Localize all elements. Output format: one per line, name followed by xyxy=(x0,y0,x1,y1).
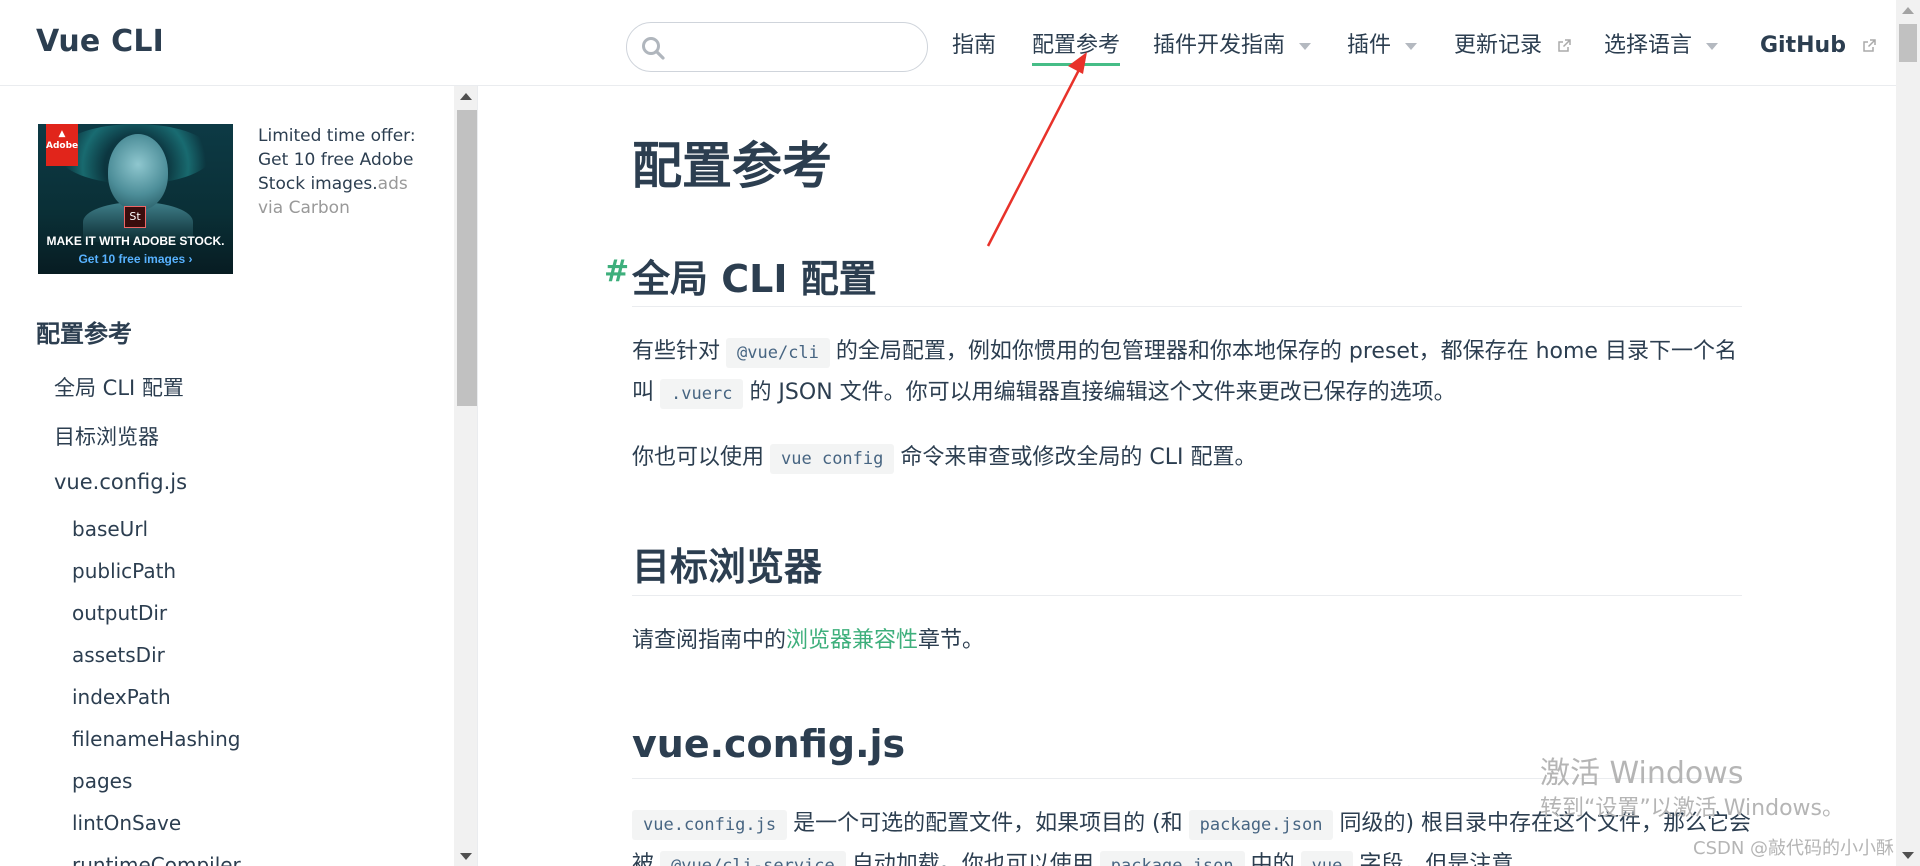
inline-code: vue xyxy=(1300,851,1354,866)
sidebar-scrollbar-thumb[interactable] xyxy=(457,110,477,406)
sidebar-item-vue-config[interactable]: vue.config.js xyxy=(54,470,187,494)
nav-item-plugins[interactable]: 插件 xyxy=(1347,29,1418,63)
paragraph-browsers: 请查阅指南中的浏览器兼容性章节。 xyxy=(632,628,985,653)
inline-code: vue.config.js xyxy=(632,810,788,840)
ad-text[interactable]: Limited time offer: Get 10 free Adobe St… xyxy=(258,124,418,220)
nav-item-language[interactable]: 选择语言 xyxy=(1604,29,1719,63)
sidebar: ▲ Adobe St MAKE IT WITH ADOBE STOCK. Get … xyxy=(0,86,478,866)
navbar: Vue CLI 指南 配置参考 插件开发指南 插件 更新记录 选择语言 GitH… xyxy=(0,0,1896,86)
adobe-logo-icon: ▲ Adobe xyxy=(46,124,78,166)
search-box[interactable] xyxy=(626,22,928,72)
sidebar-item-indexpath[interactable]: indexPath xyxy=(72,685,171,709)
ad-label[interactable]: ads xyxy=(378,174,408,194)
scroll-up-icon[interactable] xyxy=(1902,7,1914,14)
sidebar-item-runtimecompiler[interactable]: runtimeCompiler xyxy=(72,853,241,866)
nav-item-plugin-dev[interactable]: 插件开发指南 xyxy=(1153,29,1312,63)
paragraph-vue-config-command: 你也可以使用 vue config 命令来审查或修改全局的 CLI 配置。 xyxy=(632,438,1752,479)
windows-activation-hint: 转到“设置”以激活 Windows。 xyxy=(1540,796,1844,821)
external-link-icon xyxy=(1558,39,1571,52)
sidebar-scrollbar[interactable] xyxy=(454,86,477,866)
sidebar-item-outputdir[interactable]: outputDir xyxy=(72,601,167,625)
chevron-down-icon xyxy=(1706,42,1719,50)
sidebar-heading[interactable]: 配置参考 xyxy=(36,314,132,349)
search-input[interactable] xyxy=(677,31,919,65)
inline-code: .vuerc xyxy=(660,379,744,409)
browser-compat-link[interactable]: 浏览器兼容性 xyxy=(786,628,918,653)
heading-divider xyxy=(632,306,1742,307)
external-link-icon xyxy=(1862,39,1876,52)
ad-image[interactable]: ▲ Adobe St MAKE IT WITH ADOBE STOCK. Get … xyxy=(38,124,233,274)
sidebar-item-assetsdir[interactable]: assetsDir xyxy=(72,643,165,667)
nav-item-config[interactable]: 配置参考 xyxy=(1032,29,1121,66)
section-heading-vue-config: vue.config.js xyxy=(632,722,906,766)
site-name[interactable]: Vue CLI xyxy=(36,24,164,59)
nav-item-label: 插件开发指南 xyxy=(1153,33,1286,58)
nav-item-guide[interactable]: 指南 xyxy=(952,29,996,63)
scroll-down-icon[interactable] xyxy=(460,853,472,860)
nav-item-changelog[interactable]: 更新记录 xyxy=(1454,29,1571,63)
inline-code: @vue/cli xyxy=(726,338,830,368)
sidebar-item-browsers[interactable]: 目标浏览器 xyxy=(54,421,159,451)
adobe-stock-icon: St xyxy=(124,206,146,228)
section-heading-browsers: 目标浏览器 xyxy=(632,545,823,589)
nav-item-label: GitHub xyxy=(1760,33,1846,58)
ad-text-line: Limited time offer: xyxy=(258,126,416,146)
sidebar-item-pages[interactable]: pages xyxy=(72,769,132,793)
nav-item-label: 选择语言 xyxy=(1604,33,1693,58)
ad-via-carbon[interactable]: via Carbon xyxy=(258,196,418,220)
heading-divider xyxy=(632,595,1742,596)
ad-image-cta: Get 10 free images › xyxy=(78,252,193,266)
paragraph-global-config: 有些针对 @vue/cli 的全局配置，例如你惯用的包管理器和你本地保存的 pres… xyxy=(632,332,1752,414)
search-icon xyxy=(642,37,665,60)
sidebar-item-filenamehashing[interactable]: filenameHashing xyxy=(72,727,241,751)
chevron-down-icon xyxy=(1299,42,1312,50)
section-heading-global-cli: 全局 CLI 配置 xyxy=(632,257,877,301)
sidebar-item-global-cli[interactable]: 全局 CLI 配置 xyxy=(54,372,184,402)
nav-item-label: 配置参考 xyxy=(1032,33,1121,58)
nav-item-label: 插件 xyxy=(1347,33,1392,58)
inline-code: package.json xyxy=(1188,810,1334,840)
header-anchor-link[interactable]: # xyxy=(604,254,629,289)
nav-item-label: 指南 xyxy=(952,33,997,58)
ad-image-tagline: MAKE IT WITH ADOBE STOCK. xyxy=(46,234,225,248)
ad-text-line: Get 10 free Adobe xyxy=(258,150,414,170)
sidebar-item-publicpath[interactable]: publicPath xyxy=(72,559,176,583)
scroll-down-icon[interactable] xyxy=(1902,852,1914,859)
ad-figure-face xyxy=(108,134,168,210)
page-title: 配置参考 xyxy=(632,137,832,195)
nav-item-label: 更新记录 xyxy=(1454,33,1543,58)
inline-code: package.json xyxy=(1099,851,1245,866)
page-scrollbar-thumb[interactable] xyxy=(1899,24,1917,62)
csdn-credit: CSDN @敲代码的小小酥 xyxy=(1693,838,1895,859)
sidebar-item-baseurl[interactable]: baseUrl xyxy=(72,517,148,541)
windows-activation-title: 激活 Windows xyxy=(1540,756,1744,791)
chevron-down-icon xyxy=(1405,42,1418,50)
sidebar-item-lintonsave[interactable]: lintOnSave xyxy=(72,811,181,835)
nav-item-github[interactable]: GitHub xyxy=(1760,29,1876,63)
inline-code: vue config xyxy=(770,444,895,474)
ad-text-line: Stock images.ads xyxy=(258,174,408,194)
inline-code: @vue/cli-service xyxy=(660,851,846,866)
scroll-up-icon[interactable] xyxy=(460,93,472,100)
page-scrollbar[interactable] xyxy=(1896,0,1920,866)
